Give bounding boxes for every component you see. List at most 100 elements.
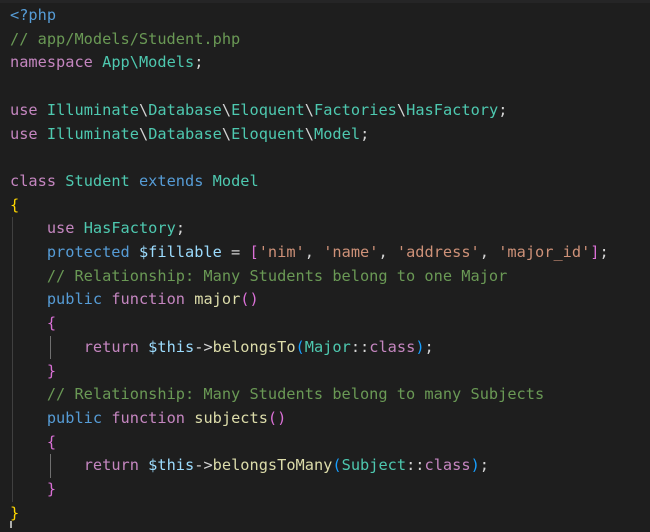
code-token: ] <box>590 243 600 261</box>
code-token: ( <box>332 456 342 475</box>
code-token: belongsToMany <box>212 456 333 475</box>
code-token: Database <box>148 124 222 143</box>
code-token: return <box>83 456 139 475</box>
code-token: return <box>83 337 139 356</box>
code-token: use <box>46 219 75 238</box>
code-token: class <box>10 171 57 190</box>
code-token: ( <box>295 337 305 356</box>
code-line[interactable]: public function subjects() <box>10 407 287 431</box>
code-line[interactable]: { <box>10 431 56 455</box>
code-token: () <box>240 290 259 309</box>
code-token: Factories <box>314 100 397 119</box>
code-line[interactable]: public function major() <box>10 288 259 312</box>
code-token: \ <box>221 100 232 119</box>
code-token: { <box>46 314 57 333</box>
code-token: { <box>46 432 57 451</box>
code-token: ; <box>424 337 434 356</box>
code-token: ) <box>470 456 480 475</box>
code-line[interactable]: // Relationship: Many Students belong to… <box>10 265 507 289</box>
code-token: ; <box>498 100 508 119</box>
code-token: 'address' <box>396 243 480 261</box>
code-line[interactable]: } <box>10 478 56 502</box>
code-token: -> <box>194 456 213 475</box>
code-line[interactable]: // Relationship: Many Students belong to… <box>10 383 544 407</box>
code-line[interactable]: { <box>10 194 19 218</box>
code-token: ; <box>479 456 489 475</box>
code-token: [ <box>249 243 259 261</box>
code-token: 'name' <box>323 243 379 261</box>
code-token: \ <box>138 100 149 119</box>
code-token: // app/Models/Student.php <box>10 29 241 48</box>
code-line[interactable]: use Illuminate\Database\Eloquent\Model; <box>10 123 369 147</box>
code-line[interactable]: use HasFactory; <box>10 217 185 241</box>
code-token: HasFactory <box>83 219 176 238</box>
code-line[interactable]: { <box>10 312 56 336</box>
code-token: public <box>46 408 103 427</box>
code-token: $this <box>148 337 195 356</box>
code-token: use <box>10 124 38 143</box>
code-token: , <box>479 243 499 261</box>
code-token: use <box>10 100 38 119</box>
code-token: class <box>369 337 416 356</box>
code-token: :: <box>350 337 370 356</box>
code-token: Eloquent <box>231 100 305 119</box>
editor-bottom-edge <box>0 528 650 532</box>
code-token: } <box>46 361 57 380</box>
code-token: \ <box>396 100 407 119</box>
code-line[interactable]: namespace App\Models; <box>10 51 203 75</box>
code-token: <?php <box>10 6 57 24</box>
code-line[interactable]: protected $fillable = ['nim', 'name', 'a… <box>10 241 609 265</box>
code-token: 'nim' <box>258 243 305 261</box>
code-editor[interactable]: <?php // app/Models/Student.php namespace … <box>0 0 650 532</box>
code-line[interactable]: return $this->belongsTo(Major::class); <box>10 336 434 360</box>
code-line[interactable]: } <box>10 360 56 384</box>
code-token: function <box>111 290 186 309</box>
code-token: namespace <box>10 53 93 72</box>
code-token: // Relationship: Many Students belong to… <box>46 385 545 404</box>
code-token: \ <box>138 124 149 143</box>
code-token: subjects <box>194 408 268 427</box>
code-token: } <box>10 503 20 522</box>
code-token: Illuminate <box>46 100 139 119</box>
code-line[interactable]: return $this->belongsToMany(Subject::cla… <box>10 454 489 478</box>
code-line[interactable]: use Illuminate\Database\Eloquent\Factori… <box>10 99 507 123</box>
code-line[interactable]: <?php <box>10 4 56 28</box>
code-token: Student <box>65 171 130 190</box>
code-token: , <box>304 243 324 261</box>
code-token: HasFactory <box>406 100 499 119</box>
code-token: ) <box>415 337 425 356</box>
code-token: ; <box>599 243 609 261</box>
code-token: :: <box>406 456 425 475</box>
code-token: ; <box>175 219 186 238</box>
code-token: = <box>221 243 250 261</box>
code-token: Database <box>148 100 222 119</box>
code-token: Model <box>314 124 361 143</box>
code-token: class <box>424 456 471 475</box>
code-line[interactable]: class Student extends Model <box>10 170 259 194</box>
code-line[interactable]: // app/Models/Student.php <box>10 28 240 52</box>
editor-top-strip <box>0 0 650 3</box>
code-token: major <box>194 290 241 309</box>
code-token: App\Models <box>102 53 195 72</box>
code-token: public <box>46 290 103 309</box>
code-token: Eloquent <box>231 124 305 143</box>
code-token: $this <box>148 456 195 475</box>
